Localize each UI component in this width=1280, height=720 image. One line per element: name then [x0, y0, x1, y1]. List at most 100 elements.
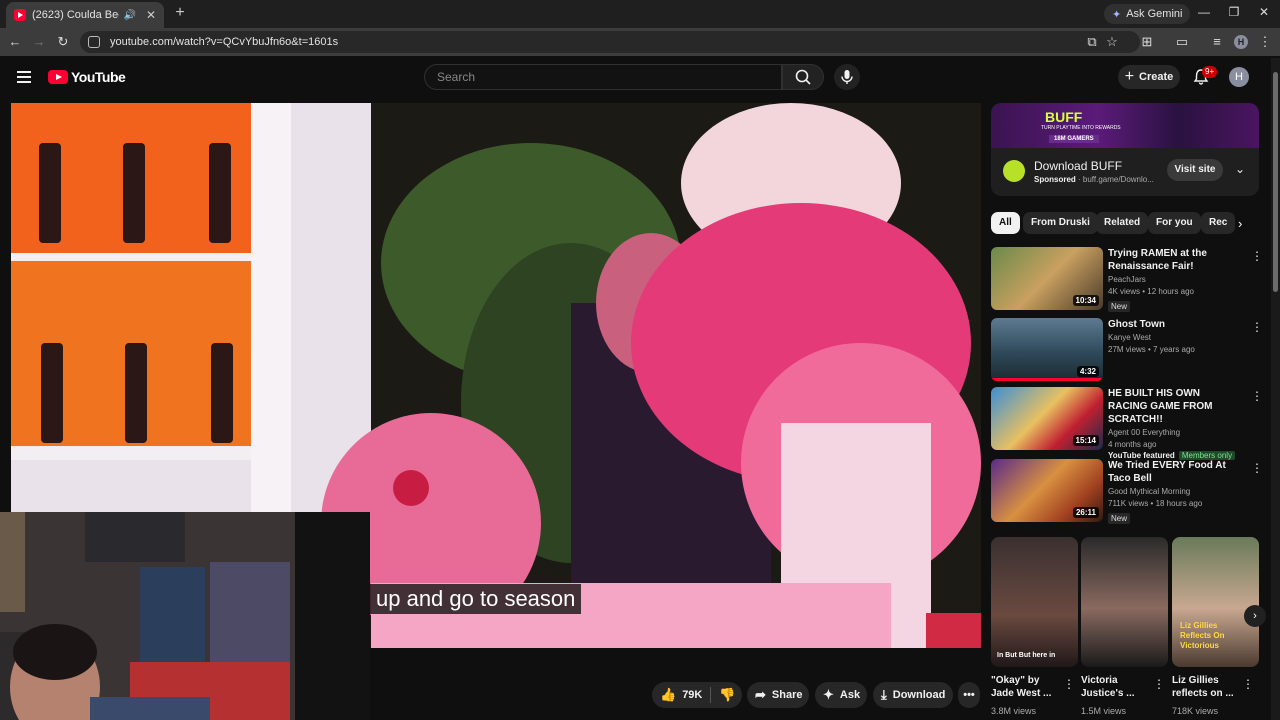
page-scrollbar[interactable]: [1271, 58, 1280, 720]
more-actions-button[interactable]: •••: [958, 682, 980, 708]
ask-gemini-button[interactable]: ✦ Ask Gemini: [1104, 4, 1191, 24]
shorts-next-arrow-icon[interactable]: ›: [1244, 605, 1266, 627]
scrollbar-thumb[interactable]: [1273, 72, 1278, 292]
video-title[interactable]: HE BUILT HIS OWN RACING GAME FROM SCRATC…: [1108, 387, 1238, 426]
speaker-icon[interactable]: 🔊: [123, 10, 135, 21]
video-thumbnail[interactable]: 15:14: [991, 387, 1103, 450]
short-thumbnail[interactable]: In But But here in: [991, 537, 1078, 667]
thumbs-down-icon[interactable]: 👎: [719, 687, 735, 703]
download-button[interactable]: ⤓ Download: [873, 682, 953, 708]
video-thumbnail[interactable]: 10:34: [991, 247, 1103, 310]
list-item[interactable]: 10:34 Trying RAMEN at the Renaissance Fa…: [991, 247, 1263, 312]
new-badge: New: [1108, 301, 1131, 312]
chevron-down-icon[interactable]: ⌄: [1235, 162, 1245, 176]
ad-banner-image[interactable]: BUFF TURN PLAYTIME INTO REWARDS 18M GAME…: [991, 103, 1259, 148]
shorts-shelf: In But But here in Liz Gillies Reflects …: [991, 537, 1259, 717]
chip-related[interactable]: Related: [1096, 212, 1149, 234]
browser-profile-avatar[interactable]: H: [1234, 35, 1248, 49]
ad-title[interactable]: Download BUFF: [1034, 159, 1122, 173]
ask-button[interactable]: ✦ Ask: [815, 682, 867, 708]
like-count[interactable]: 79K: [682, 689, 702, 701]
install-app-icon[interactable]: ⧉: [1084, 34, 1100, 50]
more-vert-icon[interactable]: ⋮: [1063, 677, 1075, 691]
video-title[interactable]: We Tried EVERY Food At Taco Bell: [1108, 459, 1238, 485]
short-title[interactable]: Liz Gillies reflects on ...: [1172, 674, 1242, 700]
list-item[interactable]: 15:14 HE BUILT HIS OWN RACING GAME FROM …: [991, 387, 1263, 460]
menu-hamburger-icon[interactable]: [17, 71, 31, 83]
short-thumbnail[interactable]: Liz Gillies Reflects On Victorious: [1172, 537, 1259, 667]
media-controls-icon[interactable]: ≡: [1209, 34, 1225, 50]
browser-tab-active[interactable]: (2623) Coulda Been Love 2 🔊 ✕: [6, 2, 164, 28]
browser-tabstrip: (2623) Coulda Been Love 2 🔊 ✕ + ✦ Ask Ge…: [0, 0, 1280, 28]
channel-name[interactable]: Kanye West: [1108, 333, 1238, 342]
ad-banner-tagline: TURN PLAYTIME INTO REWARDS: [1041, 125, 1121, 131]
share-label: Share: [771, 689, 803, 701]
channel-name[interactable]: Good Mythical Morning: [1108, 487, 1238, 496]
youtube-logo[interactable]: YouTube: [48, 69, 126, 85]
video-meta: 4 months ago: [1108, 440, 1157, 449]
cast-icon[interactable]: ▭: [1174, 34, 1190, 50]
more-vert-icon[interactable]: ⋮: [1251, 249, 1263, 263]
short-title[interactable]: Victoria Justice's ...: [1081, 674, 1151, 700]
chip-from-druski[interactable]: From Druski: [1023, 212, 1098, 234]
share-arrow-icon: ➦: [755, 687, 766, 702]
visit-site-button[interactable]: Visit site: [1167, 159, 1223, 181]
extensions-icon[interactable]: ⊞: [1139, 34, 1155, 50]
share-button[interactable]: ➦ Share: [747, 682, 809, 708]
video-title[interactable]: Ghost Town: [1108, 318, 1238, 331]
ask-label: Ask: [839, 689, 861, 701]
chip-for-you[interactable]: For you: [1148, 212, 1201, 234]
ask-gemini-label: Ask Gemini: [1126, 8, 1183, 20]
video-duration: 10:34: [1072, 295, 1099, 306]
search-input[interactable]: Search: [424, 64, 782, 90]
minimize-window-icon[interactable]: —: [1194, 5, 1214, 19]
channel-name[interactable]: Agent 00 Everything: [1108, 428, 1238, 437]
short-title[interactable]: "Okay" by Jade West ...: [991, 674, 1061, 700]
browser-menu-icon[interactable]: ⋮: [1257, 34, 1273, 50]
new-tab-button[interactable]: +: [170, 4, 190, 22]
chevron-right-icon[interactable]: ›: [1238, 216, 1242, 231]
channel-name[interactable]: PeachJars: [1108, 275, 1238, 284]
more-vert-icon[interactable]: ⋮: [1251, 461, 1263, 475]
browser-toolbar: ← → ↻ youtube.com/watch?v=QCvYbuJfn6o&t=…: [0, 28, 1280, 56]
forward-arrow-icon[interactable]: →: [31, 34, 47, 50]
sponsored-label: Sponsored: [1034, 175, 1076, 184]
chip-recent[interactable]: Rec: [1201, 212, 1236, 234]
video-thumbnail[interactable]: 4:32: [991, 318, 1103, 381]
account-avatar[interactable]: H: [1229, 67, 1249, 87]
close-tab-icon[interactable]: ✕: [146, 8, 156, 22]
more-vert-icon[interactable]: ⋮: [1242, 677, 1254, 691]
download-label: Download: [892, 689, 946, 701]
address-bar[interactable]: youtube.com/watch?v=QCvYbuJfn6o&t=1601s: [80, 31, 1140, 53]
ad-card[interactable]: Download BUFF Sponsored · buff.game/Down…: [991, 148, 1259, 196]
more-vert-icon[interactable]: ⋮: [1251, 389, 1263, 403]
reload-icon[interactable]: ↻: [55, 34, 71, 50]
restore-window-icon[interactable]: ❐: [1224, 5, 1244, 19]
voice-search-button[interactable]: [834, 64, 860, 90]
ad-subtitle: Sponsored · buff.game/Downlo...: [1034, 175, 1154, 184]
create-button[interactable]: + Create: [1118, 65, 1180, 89]
thumbs-up-icon[interactable]: 👍: [660, 687, 676, 703]
short-views: 1.5M views: [1081, 706, 1127, 716]
video-thumbnail[interactable]: 26:11: [991, 459, 1103, 522]
site-info-icon[interactable]: [88, 36, 100, 48]
notification-count-badge: 9+: [1202, 66, 1218, 78]
bookmark-star-icon[interactable]: ☆: [1104, 34, 1120, 50]
list-item[interactable]: 26:11 We Tried EVERY Food At Taco Bell G…: [991, 459, 1263, 524]
video-caption: up and go to season: [370, 584, 582, 614]
list-item[interactable]: 4:32 Ghost Town Kanye West 27M views • 7…: [991, 318, 1263, 382]
youtube-header: YouTube Search + Create 9+ H: [0, 56, 1280, 98]
ad-banner-gamers: 18M GAMERS: [1049, 135, 1099, 143]
more-vert-icon[interactable]: ⋮: [1153, 677, 1165, 691]
chip-all[interactable]: All: [991, 212, 1020, 234]
close-window-icon[interactable]: ✕: [1254, 5, 1274, 19]
more-vert-icon[interactable]: ⋮: [1251, 320, 1263, 334]
search-button[interactable]: [782, 64, 824, 90]
gemini-spark-icon: ✦: [1112, 8, 1122, 21]
video-title[interactable]: Trying RAMEN at the Renaissance Fair!: [1108, 247, 1238, 273]
video-duration: 4:32: [1076, 366, 1099, 377]
short-overlay-text: Liz Gillies Reflects On Victorious: [1180, 621, 1225, 650]
back-arrow-icon[interactable]: ←: [7, 34, 23, 50]
more-horizontal-icon: •••: [963, 689, 975, 701]
short-thumbnail[interactable]: [1081, 537, 1168, 667]
